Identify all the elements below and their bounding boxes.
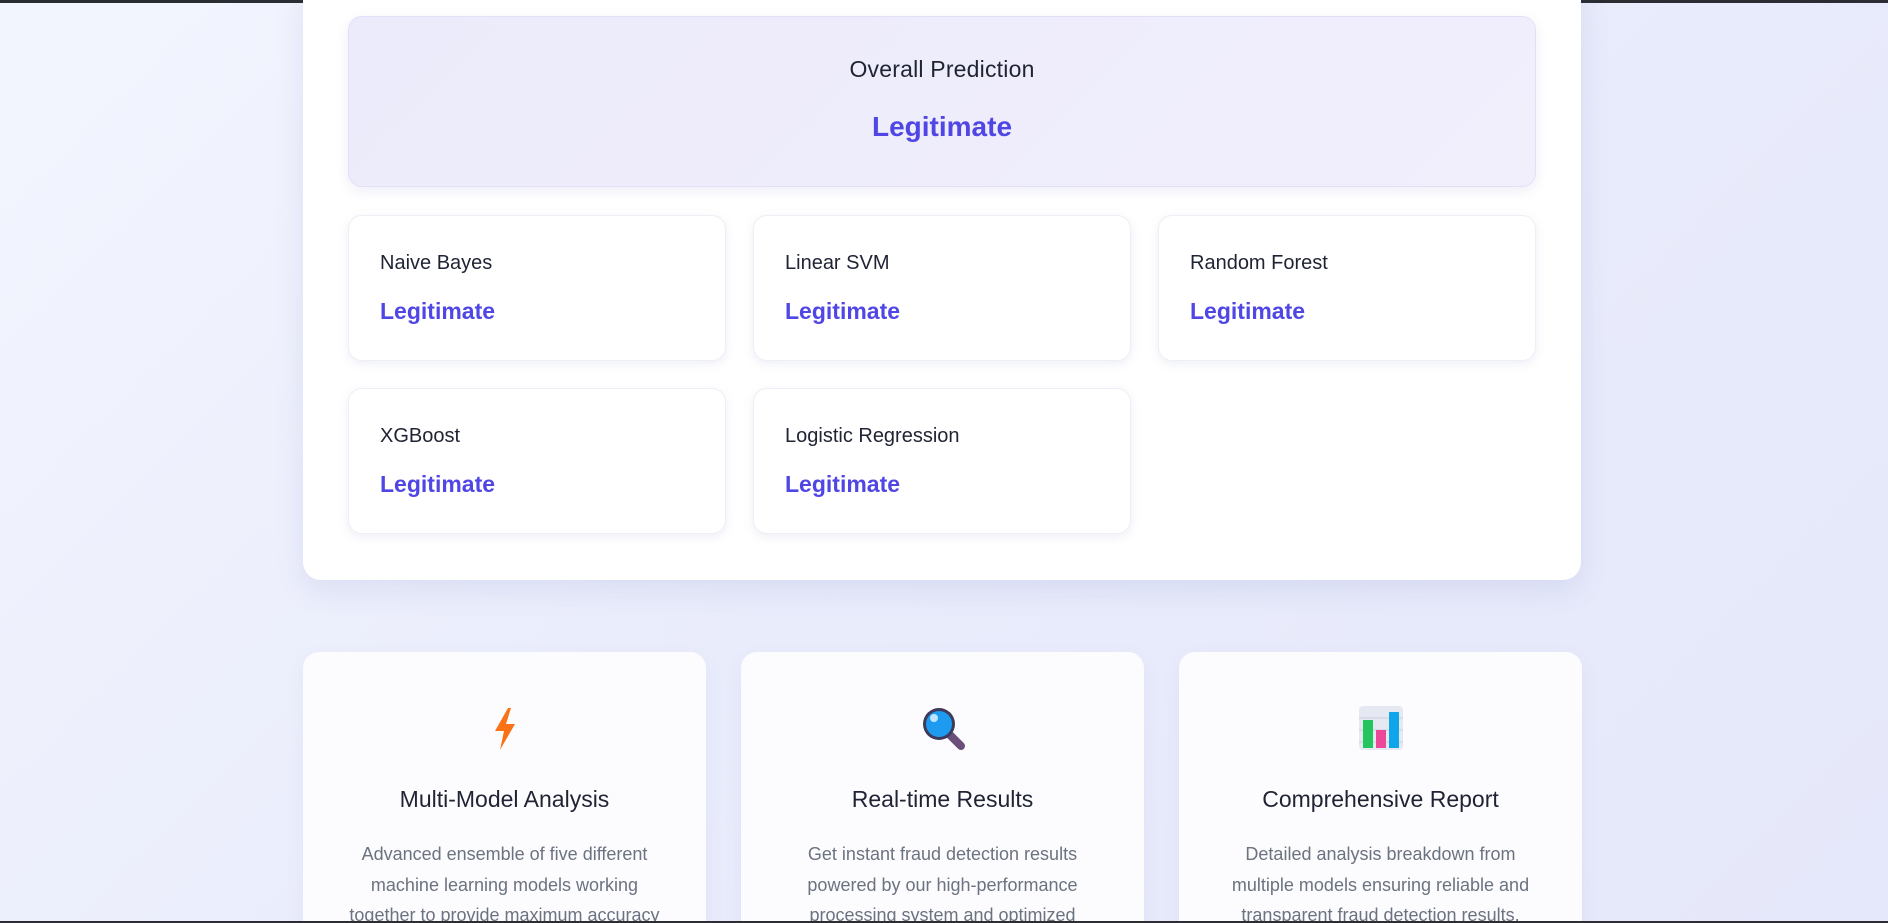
- feature-description: Advanced ensemble of five different mach…: [349, 844, 660, 923]
- bar-chart-icon: [1357, 704, 1405, 752]
- model-name: Linear SVM: [785, 252, 890, 274]
- model-name: Random Forest: [1190, 252, 1328, 274]
- model-card-random-forest: Random Forest Legitimate: [1158, 215, 1536, 361]
- model-card-naive-bayes: Naive Bayes Legitimate: [348, 215, 726, 361]
- feature-card-multi-model: Multi-Model Analysis Advanced ensemble o…: [303, 652, 706, 923]
- feature-card-comprehensive-report: Comprehensive Report Detailed analysis b…: [1179, 652, 1582, 923]
- feature-description: Get instant fraud detection results powe…: [807, 844, 1078, 923]
- feature-title: Multi-Model Analysis: [399, 786, 610, 812]
- model-prediction: Legitimate: [1190, 298, 1306, 324]
- model-card-xgboost: XGBoost Legitimate: [348, 388, 726, 534]
- results-panel: Overall Prediction Legitimate Naive Baye…: [303, 0, 1581, 580]
- lightning-icon: [481, 704, 529, 752]
- feature-title: Real-time Results: [851, 786, 1034, 812]
- model-name: XGBoost: [380, 425, 461, 447]
- overall-prediction-value: Legitimate: [871, 111, 1013, 142]
- model-name: Naive Bayes: [380, 252, 493, 274]
- model-card-linear-svm: Linear SVM Legitimate: [753, 215, 1131, 361]
- model-card-logistic-regression: Logistic Regression Legitimate: [753, 388, 1131, 534]
- model-prediction: Legitimate: [380, 298, 496, 324]
- overall-prediction-title: Overall Prediction: [849, 56, 1035, 82]
- feature-card-real-time: Real-time Results Get instant fraud dete…: [741, 652, 1144, 923]
- model-prediction: Legitimate: [785, 471, 901, 497]
- model-prediction: Legitimate: [785, 298, 901, 324]
- overall-prediction-card: Overall Prediction Legitimate: [348, 16, 1536, 187]
- model-name: Logistic Regression: [785, 425, 960, 447]
- model-prediction: Legitimate: [380, 471, 496, 497]
- feature-description: Detailed analysis breakdown from multipl…: [1231, 844, 1530, 923]
- feature-title: Comprehensive Report: [1262, 786, 1499, 812]
- magnifying-glass-icon: [919, 704, 967, 752]
